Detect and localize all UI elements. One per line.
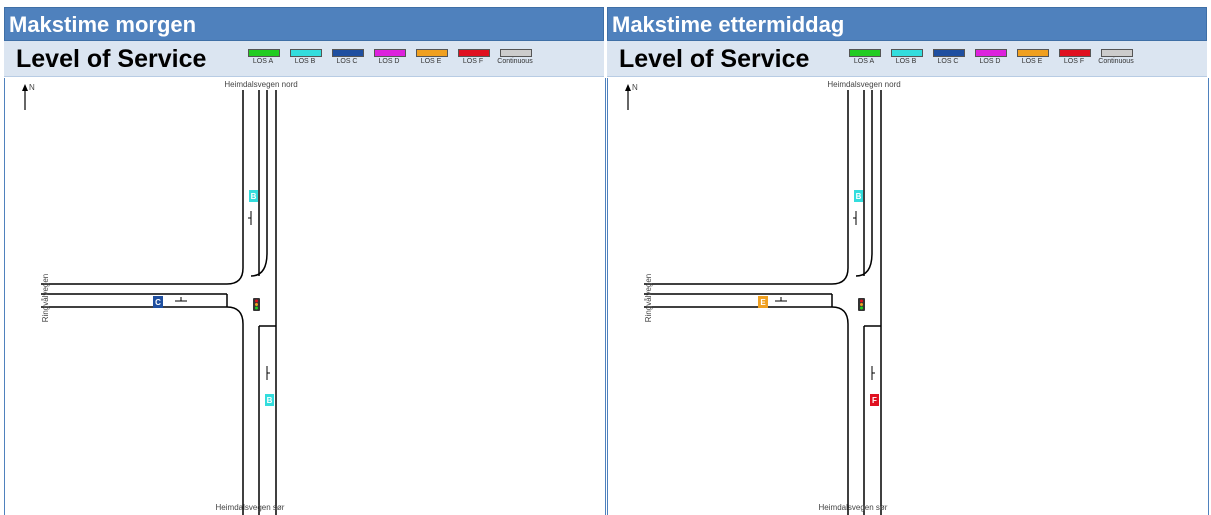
- legend-swatch: [458, 49, 490, 57]
- los-marker-south: F: [870, 394, 879, 406]
- traffic-signal-icon: [858, 298, 865, 311]
- morning-peak-panel: Makstime morgen Level of Service LOS A L…: [4, 7, 606, 515]
- legend-item-los-c: LOS C: [927, 47, 969, 71]
- los-legend: LOS A LOS B LOS C LOS D LOS E LOS F Cont…: [242, 47, 536, 71]
- los-marker-west: C: [153, 296, 163, 308]
- legend-swatch: [975, 49, 1007, 57]
- legend-label: Continuous: [1098, 58, 1134, 65]
- legend-item-los-b: LOS B: [284, 47, 326, 71]
- los-marker-west: E: [758, 296, 768, 308]
- legend-label: LOS D: [979, 58, 1001, 65]
- road-label-north: Heimdalsvegen nord: [827, 80, 900, 89]
- svg-text:E: E: [760, 298, 766, 307]
- intersection-svg: N: [22, 80, 298, 515]
- legend-swatch: [500, 49, 532, 57]
- legend-item-los-c: LOS C: [326, 47, 368, 71]
- los-heading: Level of Service: [16, 45, 207, 73]
- legend-label: LOS F: [462, 58, 484, 65]
- legend-swatch: [248, 49, 280, 57]
- legend-item-continuous: Continuous: [494, 47, 536, 71]
- intersection-diagram: N: [4, 78, 606, 515]
- los-header: Level of Service LOS A LOS B LOS C LOS D…: [4, 41, 604, 77]
- legend-swatch: [891, 49, 923, 57]
- legend-swatch: [933, 49, 965, 57]
- panel-title: Makstime ettermiddag: [607, 7, 1207, 41]
- road-label-north: Heimdalsvegen nord: [224, 80, 297, 89]
- compass-label: N: [632, 83, 638, 92]
- traffic-signal-icon: [253, 298, 260, 311]
- legend-item-los-d: LOS D: [368, 47, 410, 71]
- legend-swatch: [290, 49, 322, 57]
- legend-swatch: [332, 49, 364, 57]
- legend-label: LOS B: [294, 58, 316, 65]
- los-marker-north: B: [249, 190, 258, 202]
- los-marker-south: B: [265, 394, 274, 406]
- legend-item-los-f: LOS F: [1053, 47, 1095, 71]
- los-marker-north: B: [854, 190, 863, 202]
- legend-item-los-e: LOS E: [410, 47, 452, 71]
- legend-item-los-e: LOS E: [1011, 47, 1053, 71]
- legend-swatch: [374, 49, 406, 57]
- compass-label: N: [29, 83, 35, 92]
- los-header: Level of Service LOS A LOS B LOS C LOS D…: [607, 41, 1207, 77]
- legend-label: LOS E: [1021, 58, 1043, 65]
- legend-label: LOS C: [336, 58, 358, 65]
- legend-item-los-d: LOS D: [969, 47, 1011, 71]
- road-label-south: Heimdalsvegen sør: [819, 503, 888, 512]
- legend-label: LOS C: [937, 58, 959, 65]
- panel-title: Makstime morgen: [4, 7, 604, 41]
- legend-item-los-f: LOS F: [452, 47, 494, 71]
- legend-label: LOS B: [895, 58, 917, 65]
- legend-label: LOS A: [252, 58, 274, 65]
- legend-label: LOS F: [1063, 58, 1085, 65]
- svg-text:B: B: [251, 192, 257, 201]
- legend-item-los-b: LOS B: [885, 47, 927, 71]
- legend-swatch: [416, 49, 448, 57]
- north-arrow-icon: N: [625, 83, 638, 110]
- legend-swatch: [1017, 49, 1049, 57]
- legend-swatch: [1101, 49, 1133, 57]
- legend-label: Continuous: [497, 58, 533, 65]
- svg-text:B: B: [267, 396, 273, 405]
- road-label-west: Ringvålvegen: [41, 274, 50, 322]
- legend-item-los-a: LOS A: [242, 47, 284, 71]
- legend-item-los-a: LOS A: [843, 47, 885, 71]
- legend-swatch: [1059, 49, 1091, 57]
- intersection-svg: N: [625, 80, 901, 515]
- road-label-south: Heimdalsvegen sør: [216, 503, 285, 512]
- los-legend: LOS A LOS B LOS C LOS D LOS E LOS F Cont…: [843, 47, 1137, 71]
- north-arrow-icon: N: [22, 83, 35, 110]
- legend-label: LOS E: [420, 58, 442, 65]
- svg-text:B: B: [856, 192, 862, 201]
- legend-swatch: [849, 49, 881, 57]
- svg-text:F: F: [872, 396, 877, 405]
- legend-label: LOS D: [378, 58, 400, 65]
- svg-text:C: C: [155, 298, 161, 307]
- afternoon-peak-panel: Makstime ettermiddag Level of Service LO…: [607, 7, 1209, 515]
- legend-item-continuous: Continuous: [1095, 47, 1137, 71]
- los-heading: Level of Service: [619, 45, 810, 73]
- legend-label: LOS A: [853, 58, 875, 65]
- road-label-west: Ringvålvegen: [644, 274, 653, 322]
- intersection-diagram: N: [607, 78, 1209, 515]
